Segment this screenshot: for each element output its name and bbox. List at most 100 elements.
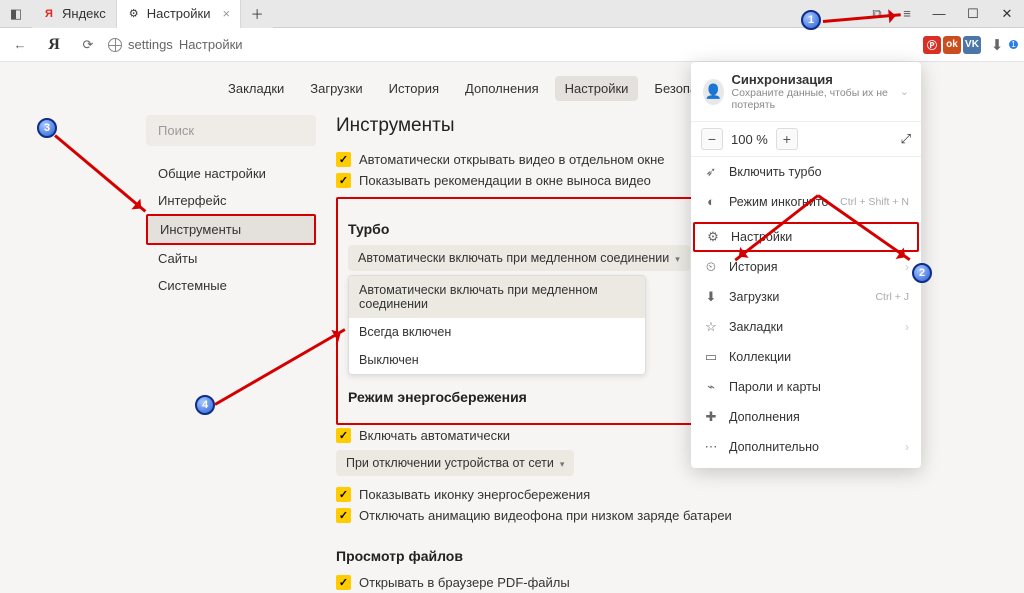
checkbox-checked-icon: ✓	[336, 152, 351, 167]
menu-item-settings[interactable]: ⚙ Настройки	[693, 222, 919, 252]
hamburger-menu-icon[interactable]: ≡	[892, 0, 922, 28]
checkbox-checked-icon: ✓	[336, 487, 351, 502]
power-mode-select[interactable]: При отключении устройства от сети ▾	[336, 450, 574, 476]
sidebar-item-interface[interactable]: Интерфейс	[146, 187, 316, 214]
nav-bookmarks[interactable]: Закладки	[218, 76, 294, 101]
menu-label: Коллекции	[729, 350, 791, 364]
chevron-down-icon: ⌄	[900, 85, 909, 98]
dropdown-option[interactable]: Всегда включен	[349, 318, 645, 346]
menu-label: Загрузки	[729, 290, 779, 304]
zoom-out-button[interactable]: −	[701, 128, 723, 150]
rocket-icon: ➶	[703, 164, 719, 180]
checkbox-row[interactable]: ✓Показывать иконку энергосбережения	[336, 484, 856, 505]
fullscreen-icon[interactable]: ⤢	[901, 131, 911, 147]
key-icon: ⌁	[703, 379, 719, 395]
checkbox-label: Показывать рекомендации в окне выноса ви…	[359, 173, 651, 188]
checkbox-row[interactable]: ✓ Открывать в браузере PDF-файлы	[336, 572, 856, 593]
checkbox-row[interactable]: ✓ Отключать анимацию видеофона при низком…	[336, 505, 856, 526]
checkbox-checked-icon: ✓	[336, 508, 351, 523]
nav-addons[interactable]: Дополнения	[455, 76, 549, 101]
sidebar-item-general[interactable]: Общие настройки	[146, 160, 316, 187]
sync-title: Синхронизация	[732, 72, 892, 87]
menu-item-turbo[interactable]: ➶Включить турбо	[691, 157, 921, 187]
globe-icon	[108, 38, 122, 52]
ext-badge-icon[interactable]: Ⓟ	[923, 36, 941, 54]
avatar-icon: 👤	[703, 79, 724, 105]
main-menu-popup: 👤 Синхронизация Сохраните данные, чтобы …	[691, 62, 921, 468]
window-minimize-icon[interactable]: —	[922, 0, 956, 28]
url-segment: settings	[128, 37, 173, 52]
menu-item-downloads[interactable]: ⬇ЗагрузкиCtrl + J	[691, 282, 921, 312]
ext-badge-icon[interactable]: ok	[943, 36, 961, 54]
window-maximize-icon[interactable]: ☐	[956, 0, 990, 28]
titlebar: ◧ Я Яндекс ⚙ Настройки × ＋ ⧉ ≡ — ☐ ✕	[0, 0, 1024, 28]
tab-yandex[interactable]: Я Яндекс	[32, 0, 117, 28]
menu-item-history[interactable]: ⏲ История ›	[691, 252, 921, 282]
reload-icon[interactable]: ⟳	[74, 31, 102, 59]
settings-page: Закладки Загрузки История Дополнения Нас…	[0, 62, 1024, 576]
download-icon[interactable]: ⬇	[983, 31, 1011, 59]
section-title-files: Просмотр файлов	[336, 548, 856, 564]
tab-settings[interactable]: ⚙ Настройки ×	[117, 0, 241, 28]
checkbox-label: Включать автоматически	[359, 428, 510, 443]
more-icon: ⋯	[703, 439, 719, 455]
close-icon[interactable]: ×	[222, 6, 230, 21]
checkbox-label: Открывать в браузере PDF-файлы	[359, 575, 570, 590]
checkbox-checked-icon: ✓	[336, 173, 351, 188]
turbo-mode-dropdown: Автоматически включать при медленном сое…	[348, 275, 646, 375]
gear-icon: ⚙	[705, 229, 721, 245]
puzzle-icon: ✚	[703, 409, 719, 425]
turbo-mode-select[interactable]: Автоматически включать при медленном сое…	[348, 245, 690, 271]
menu-label: Дополнительно	[729, 440, 819, 454]
dropdown-option[interactable]: Выключен	[349, 346, 645, 374]
nav-history[interactable]: История	[379, 76, 449, 101]
yandex-favicon-icon: Я	[42, 7, 56, 21]
yandex-logo-icon[interactable]: Я	[40, 31, 68, 59]
checkbox-label: Отключать анимацию видеофона при низком …	[359, 508, 732, 523]
settings-sidebar: Поиск Общие настройки Интерфейс Инструме…	[146, 115, 316, 593]
menu-item-collections[interactable]: ▭ Коллекции	[691, 342, 921, 372]
new-tab-button[interactable]: ＋	[241, 0, 273, 28]
zoom-value: 100 %	[727, 132, 772, 147]
annotation-highlight: Инструменты	[146, 214, 316, 245]
titlebar-left: ◧ Я Яндекс ⚙ Настройки × ＋	[0, 0, 273, 28]
menu-item-addons[interactable]: ✚ Дополнения	[691, 402, 921, 432]
nav-settings[interactable]: Настройки	[555, 76, 639, 101]
checkbox-checked-icon: ✓	[336, 428, 351, 443]
sidebar-item-tools[interactable]: Инструменты	[148, 216, 314, 243]
chevron-down-icon: ▾	[560, 459, 565, 469]
dropdown-option[interactable]: Автоматически включать при медленном сое…	[349, 276, 645, 318]
menu-label: История	[729, 260, 777, 274]
clock-icon: ⏲	[703, 259, 719, 275]
nav-downloads[interactable]: Загрузки	[300, 76, 372, 101]
gear-icon: ⚙	[127, 7, 141, 21]
url-field[interactable]: settings Настройки	[108, 37, 243, 52]
sidebar-item-sites[interactable]: Сайты	[146, 245, 316, 272]
zoom-in-button[interactable]: +	[776, 128, 798, 150]
menu-label: Пароли и карты	[729, 380, 821, 394]
star-icon: ☆	[703, 319, 719, 335]
window-close-icon[interactable]: ✕	[990, 0, 1024, 28]
menu-label: Дополнения	[729, 410, 800, 424]
menu-item-passwords[interactable]: ⌁ Пароли и карты	[691, 372, 921, 402]
collections-icon: ▭	[703, 349, 719, 365]
chevron-right-icon: ›	[905, 320, 909, 334]
checkbox-checked-icon: ✓	[336, 575, 351, 590]
sync-subtitle: Сохраните данные, чтобы их не потерять	[732, 87, 892, 111]
address-bar: ← Я ⟳ settings Настройки Ⓟ ok VK ⬇ 1	[0, 28, 1024, 62]
ext-badge-icon[interactable]: VK	[963, 36, 981, 54]
sidebar-item-system[interactable]: Системные	[146, 272, 316, 299]
menu-item-more[interactable]: ⋯Дополнительно›	[691, 432, 921, 462]
menu-sync-row[interactable]: 👤 Синхронизация Сохраните данные, чтобы …	[691, 62, 921, 121]
chevron-right-icon: ›	[905, 260, 909, 274]
menu-item-incognito[interactable]: ◐Режим инкогнитоCtrl + Shift + N	[691, 187, 921, 216]
app-button-icon[interactable]: ⧉	[862, 0, 892, 28]
back-icon[interactable]: ←	[6, 31, 34, 59]
menu-item-bookmarks[interactable]: ☆Закладки›	[691, 312, 921, 342]
select-value: При отключении устройства от сети	[346, 456, 554, 470]
menu-label: Режим инкогнито	[729, 195, 828, 209]
sidebar-search[interactable]: Поиск	[146, 115, 316, 146]
sidebar-toggle-icon[interactable]: ◧	[0, 0, 32, 28]
menu-label: Настройки	[731, 230, 792, 244]
checkbox-label: Автоматически открывать видео в отдельно…	[359, 152, 665, 167]
